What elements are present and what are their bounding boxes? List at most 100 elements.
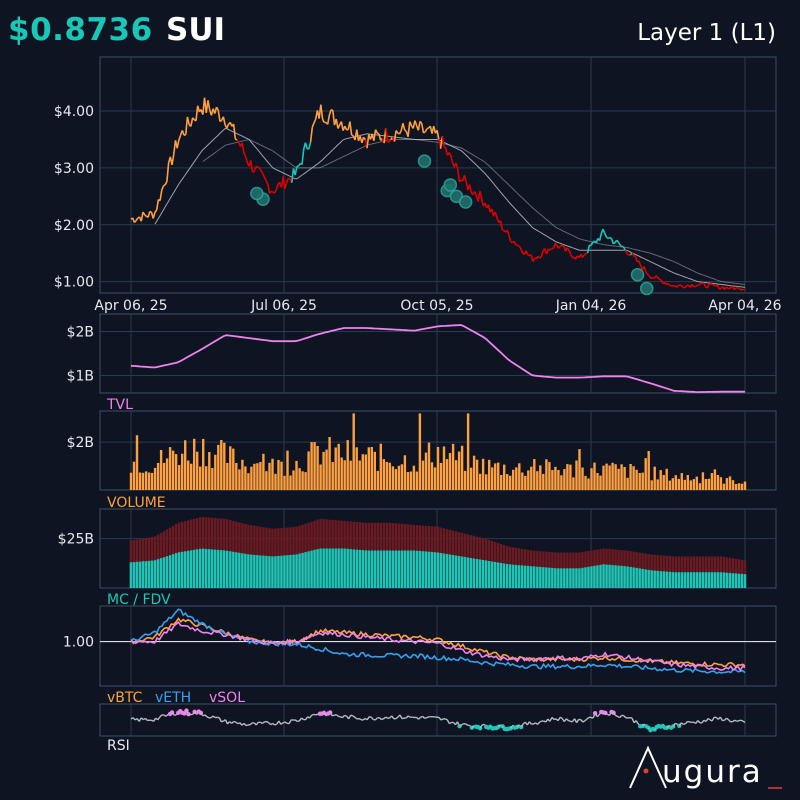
rsi-seg-223 [586,716,590,720]
mc-fdv-label: MC / FDV [107,592,171,608]
volume-bar-170 [641,472,644,490]
volume-bar-24 [202,438,205,490]
price-seg-218 [501,228,505,232]
price-seg-14 [152,212,156,219]
price-seg-103 [304,142,308,150]
price-seg-52 [217,110,221,122]
price-seg-228 [518,245,522,250]
rsi-seg-210 [559,716,563,720]
volume-bar-160 [611,462,614,490]
rsi-seg-286 [715,716,719,720]
volume-bar-166 [629,464,632,490]
volume-bar-137 [542,473,545,490]
volume-bar-9 [156,462,160,490]
rsi-seg-114 [362,717,366,721]
brand-name: ugura [662,754,763,790]
price-seg-317 [671,284,674,288]
volume-bar-34 [232,448,235,490]
mc-bar-9 [156,559,160,588]
price-seg-187 [448,152,452,156]
price-seg-75 [257,166,260,169]
volume-bar-7 [150,472,154,490]
price-seg-241 [540,250,544,257]
mc-bar-189 [698,572,702,588]
rsi-seg-122 [379,717,382,721]
price-seg-322 [679,284,683,287]
price-seg-83 [270,190,274,194]
mc-bar-201 [734,573,738,588]
volume-bar-80 [370,447,373,490]
mc-bar-167 [632,567,635,588]
mc-bar-90 [400,550,404,588]
mc-bar-153 [590,566,593,588]
mc-bar-145 [566,568,569,589]
rsi-seg-164 [465,723,469,726]
mc-bar-202 [737,573,741,588]
rsi-seg-112 [358,718,362,721]
rsi-seg-8 [144,717,148,721]
volume-bar-53 [289,475,292,490]
volume-bar-25 [205,466,208,490]
price-seg-129 [349,121,353,136]
price-xtick-3: Jan 04, 26 [555,298,627,314]
mc-bar-4 [141,561,145,588]
volume-bar-35 [235,463,238,490]
volume-bar-159 [608,465,611,490]
volume-bar-198 [725,478,729,490]
mc-bar-184 [683,572,686,588]
mc-bar-48 [274,556,277,588]
mc-bar-135 [536,566,539,588]
price-panel [130,97,746,296]
rsi-seg-133 [401,717,405,720]
mc-bar-175 [656,570,659,588]
rsi-seg-45 [221,720,224,723]
price-seg-295 [633,255,636,258]
mc-bar-170 [641,568,644,588]
price-seg-130 [351,134,354,137]
rsi-seg-145 [426,716,430,719]
volume-bar-91 [403,455,407,490]
mc-bar-96 [418,550,422,588]
volume-bar-61 [313,442,316,490]
rsi-seg-156 [448,721,452,725]
rsi-seg-220 [580,719,584,723]
rsi-seg-71 [274,723,278,726]
volume-bar-199 [728,476,732,490]
price-seg-57 [226,123,230,129]
price-seg-29 [178,134,182,141]
rsi-seg-52 [235,721,239,725]
volume-bar-13 [168,447,172,490]
mc-bar-94 [412,550,416,588]
legend-vETH: vETH [155,690,191,706]
volume-bar-194 [713,469,717,490]
volume-bar-41 [253,463,256,490]
mc-bar-78 [364,550,367,588]
rsi-seg-108 [350,714,353,717]
price-seg-74 [255,165,258,168]
rsi-seg-48 [226,721,231,725]
volume-bar-179 [668,480,671,490]
rsi-seg-222 [584,718,588,722]
mc-bar-12 [165,556,169,588]
volume-bar-70 [340,457,343,490]
mc-bar-137 [542,567,545,588]
price-seg-268 [586,244,591,254]
mc-bar-17 [180,551,184,588]
price-seg-227 [517,244,520,247]
volume-bar-131 [524,475,527,490]
mc-bar-100 [430,551,434,588]
price-seg-77 [260,169,264,174]
volume-bar-90 [400,464,404,490]
price-seg-246 [549,247,553,251]
volume-bar-85 [385,461,388,490]
rsi-seg-277 [697,720,701,724]
rsi-seg-84 [301,717,304,721]
mc-bar-6 [147,560,151,588]
price-seg-266 [583,252,587,256]
rsi-seg-37 [204,714,208,718]
price-seg-93 [287,177,291,180]
mc-bar-128 [515,564,518,588]
mc-bar-143 [560,568,563,589]
mc-bar-44 [262,555,265,588]
rsi-seg-38 [206,716,210,719]
